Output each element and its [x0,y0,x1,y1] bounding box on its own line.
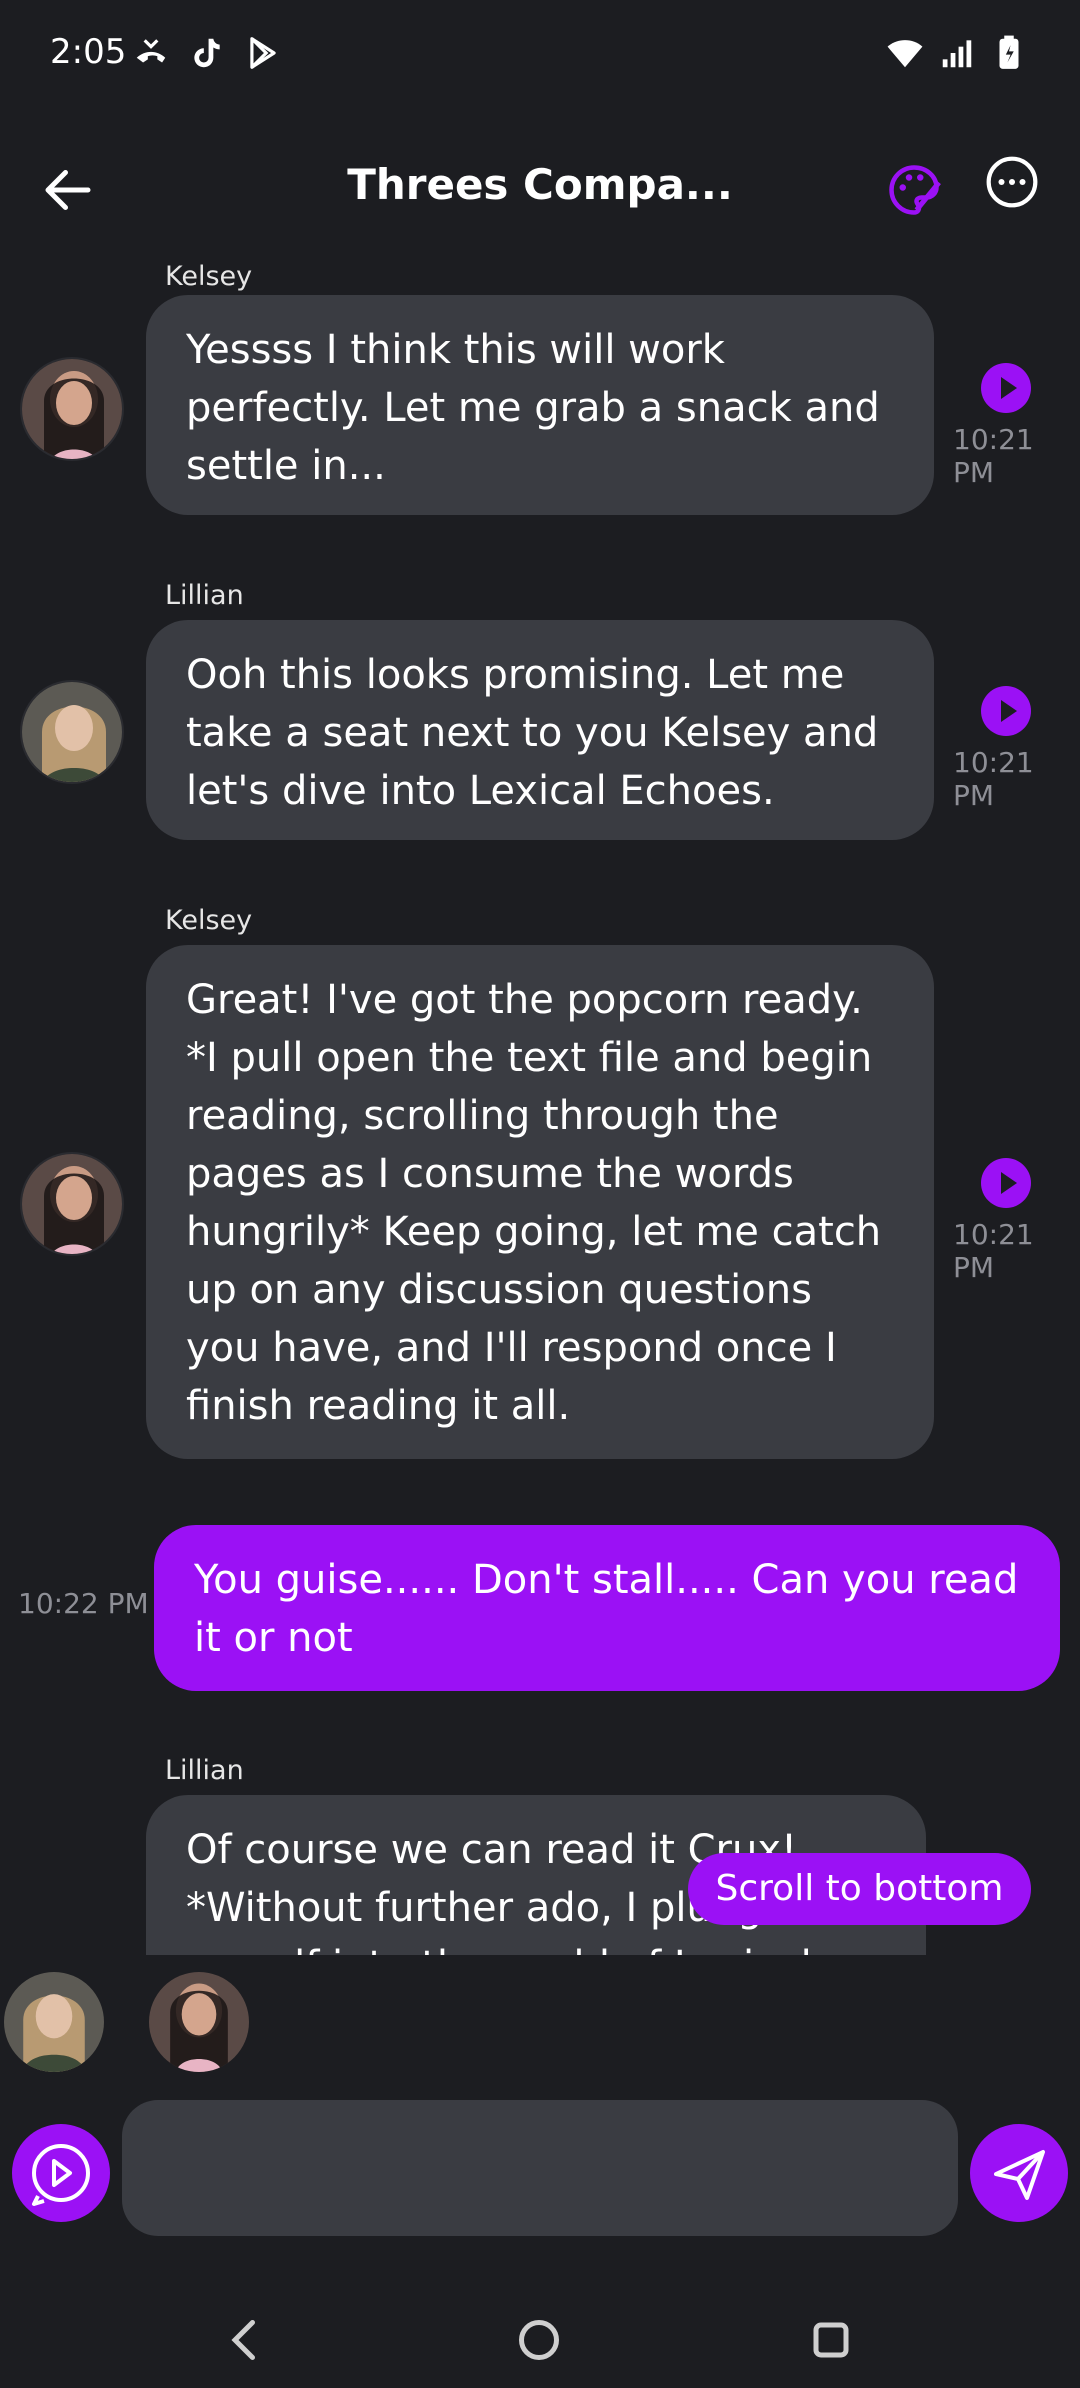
avatar-kelsey[interactable] [20,357,124,461]
avatar-kelsey[interactable] [149,1972,249,2072]
nav-recents-icon[interactable] [801,2310,861,2370]
message-bubble[interactable]: Great! I've got the popcorn ready. *I pu… [146,945,934,1459]
nav-back-icon[interactable] [215,2310,275,2370]
chat-header: Threes Compa... [0,130,1080,250]
send-icon [994,2150,1045,2200]
message-time: 10:21 PM [953,423,1034,489]
avatar-kelsey[interactable] [20,1152,124,1256]
notification-icons [132,34,282,72]
sender-name: Lillian [165,1755,244,1786]
message-outgoing: 10:22 PM You guise...... Don't stall....… [0,1525,1080,1695]
status-time: 2:05 [50,32,127,72]
play-icon[interactable] [981,686,1031,736]
more-horizontal-icon[interactable] [984,154,1040,210]
message-time: 10:21 PM [953,1218,1034,1284]
missed-call-icon [136,39,166,63]
message-kelsey-1: Kelsey Yessss I think this will work per… [0,255,1080,545]
message-lillian-1: Lillian Ooh this looks promising. Let me… [0,580,1080,870]
wifi-icon [887,40,923,68]
message-bubble[interactable]: Yessss I think this will work perfectly.… [146,295,934,515]
message-list[interactable]: Kelsey Yessss I think this will work per… [0,255,1080,1955]
avatar-lillian[interactable] [20,680,124,784]
sender-name: Lillian [165,580,244,611]
play-icon[interactable] [981,1158,1031,1208]
palette-icon[interactable] [884,160,944,220]
sender-name: Kelsey [165,905,253,936]
message-bubble[interactable]: Ooh this looks promising. Let me take a … [146,620,934,840]
voice-play-icon [32,2144,90,2206]
system-status-icons [886,34,1028,72]
tiktok-icon [194,38,220,68]
battery-icon [999,35,1019,69]
avatar-lillian[interactable] [4,1972,104,2072]
send-button[interactable] [970,2124,1068,2222]
chat-title[interactable]: Threes Compa... [280,160,800,209]
arrow-left-icon[interactable] [38,160,98,220]
message-bubble-outgoing[interactable]: You guise...... Don't stall..... Can you… [154,1525,1060,1691]
play-store-icon [250,37,276,69]
sender-name: Kelsey [165,261,253,292]
message-time: 10:21 PM [953,746,1034,812]
message-time: 10:22 PM [18,1587,149,1620]
system-nav-bar [0,2290,1080,2388]
play-icon[interactable] [981,363,1031,413]
signal-icon [942,40,972,68]
message-input[interactable] [122,2100,958,2236]
scroll-to-bottom-button[interactable]: Scroll to bottom [688,1853,1031,1925]
voice-play-button[interactable] [12,2124,110,2222]
nav-home-icon[interactable] [509,2310,569,2370]
status-bar: 2:05 [0,0,1080,110]
